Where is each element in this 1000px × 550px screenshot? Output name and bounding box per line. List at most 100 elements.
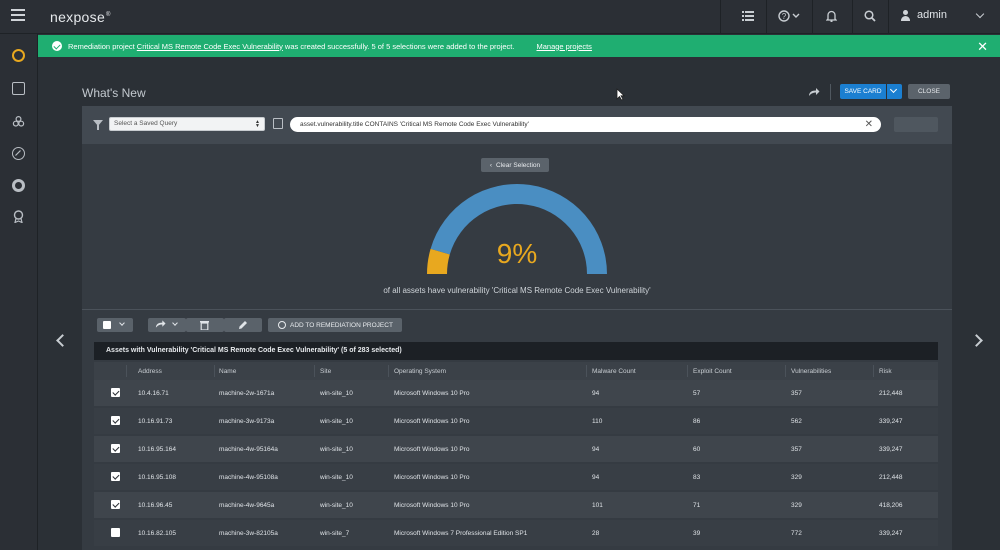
table-cell: Microsoft Windows 10 Pro bbox=[394, 501, 470, 509]
saved-query-select[interactable]: Select a Saved Query ▲ ▼ bbox=[109, 117, 265, 131]
query-builder-icon[interactable] bbox=[273, 118, 283, 129]
table-row[interactable]: 10.16.82.105 machine-3w-82105a win-site_7 M… bbox=[94, 520, 938, 546]
table-cell: 57 bbox=[693, 389, 701, 397]
edit-button[interactable] bbox=[224, 318, 262, 332]
table-cell: 10.4.16.71 bbox=[138, 389, 169, 397]
user-avatar-icon bbox=[900, 9, 911, 21]
table-cell: Microsoft Windows 10 Pro bbox=[394, 445, 470, 453]
manage-projects-link[interactable]: Manage projects bbox=[536, 42, 591, 51]
user-name: admin bbox=[917, 9, 947, 21]
notifications-bell-icon[interactable] bbox=[825, 10, 838, 25]
row-checkbox[interactable] bbox=[111, 444, 120, 453]
success-check-icon bbox=[52, 41, 62, 51]
share-icon[interactable] bbox=[808, 86, 820, 100]
column-header[interactable]: Name bbox=[219, 362, 236, 380]
filter-bar: Select a Saved Query ▲ ▼ asset.vulnerabil… bbox=[82, 106, 952, 144]
success-banner: Remediation project Critical MS Remote C… bbox=[38, 35, 1000, 57]
table-cell: 71 bbox=[693, 501, 701, 509]
clear-selection-button[interactable]: ‹ Clear Selection bbox=[481, 158, 549, 172]
clear-query-icon[interactable]: ✕ bbox=[865, 117, 873, 132]
table-cell: win-site_10 bbox=[320, 445, 353, 453]
table-header: Address Name Site Operating System Malware C… bbox=[94, 362, 938, 380]
user-menu-chevron-icon[interactable] bbox=[975, 9, 985, 19]
table-cell: 28 bbox=[592, 529, 600, 537]
whats-new-card: Select a Saved Query ▲ ▼ asset.vulnerabil… bbox=[82, 106, 952, 550]
row-checkbox[interactable] bbox=[111, 388, 120, 397]
nav-assets-icon[interactable] bbox=[12, 82, 25, 95]
delete-button[interactable] bbox=[186, 318, 224, 332]
help-icon[interactable]: ? bbox=[778, 10, 802, 25]
table-cell: 101 bbox=[592, 501, 603, 509]
select-updown-icon: ▲ ▼ bbox=[255, 119, 260, 129]
table-cell: 10.16.95.164 bbox=[138, 445, 176, 453]
nav-vulnerabilities-biohazard-icon[interactable] bbox=[12, 115, 25, 128]
column-header[interactable]: Risk bbox=[879, 362, 892, 380]
column-header[interactable]: Address bbox=[138, 362, 162, 380]
table-cell: 339,247 bbox=[879, 417, 903, 425]
svg-text:?: ? bbox=[782, 12, 787, 21]
table-cell: machine-4w-95108a bbox=[219, 473, 278, 481]
table-cell: Microsoft Windows 7 Professional Edition… bbox=[394, 529, 528, 537]
table-cell: 94 bbox=[592, 389, 600, 397]
table-cell: win-site_7 bbox=[320, 529, 350, 537]
menu-icon[interactable] bbox=[11, 9, 25, 23]
nav-reports-award-icon[interactable] bbox=[12, 210, 25, 224]
select-all-checkbox[interactable] bbox=[103, 321, 111, 329]
table-cell: 83 bbox=[693, 473, 701, 481]
table-cell: Microsoft Windows 10 Pro bbox=[394, 417, 470, 425]
filter-icon[interactable] bbox=[93, 120, 103, 130]
activity-list-icon[interactable] bbox=[742, 10, 754, 25]
table-row[interactable]: 10.16.96.45 machine-4w-9645a win-site_10 Mi… bbox=[94, 492, 938, 518]
previous-card-arrow-icon[interactable] bbox=[56, 334, 69, 347]
search-icon[interactable] bbox=[864, 10, 876, 25]
chevron-down-icon bbox=[119, 320, 125, 326]
table-cell: 10.16.96.45 bbox=[138, 501, 173, 509]
table-row[interactable]: 10.16.95.164 machine-4w-95164a win-site_10… bbox=[94, 436, 938, 462]
search-button[interactable] bbox=[894, 117, 938, 132]
page-title: What's New bbox=[82, 86, 146, 100]
table-cell: win-site_10 bbox=[320, 473, 353, 481]
table-cell: 339,247 bbox=[879, 445, 903, 453]
top-bar: nexpose® ? admin bbox=[0, 0, 1000, 34]
nav-policies-icon[interactable] bbox=[12, 147, 25, 160]
row-checkbox[interactable] bbox=[111, 416, 120, 425]
nav-dashboard-icon[interactable] bbox=[12, 49, 25, 62]
nav-scans-icon[interactable] bbox=[12, 179, 25, 192]
gauge-percent-label: 9% bbox=[496, 238, 538, 269]
column-header[interactable]: Malware Count bbox=[592, 362, 636, 380]
share-icon bbox=[155, 319, 166, 331]
column-header[interactable]: Operating System bbox=[394, 362, 446, 380]
table-cell: machine-3w-9173a bbox=[219, 417, 275, 425]
pencil-icon bbox=[238, 320, 248, 332]
column-header[interactable]: Site bbox=[320, 362, 331, 380]
brand-logo[interactable]: nexpose® bbox=[50, 9, 111, 25]
user-menu[interactable]: admin bbox=[900, 9, 947, 21]
row-checkbox[interactable] bbox=[111, 472, 120, 481]
trash-icon bbox=[200, 320, 209, 332]
table-cell: machine-2w-1671a bbox=[219, 389, 275, 397]
table-cell: 357 bbox=[791, 389, 802, 397]
row-checkbox[interactable] bbox=[111, 500, 120, 509]
next-card-arrow-icon[interactable] bbox=[970, 334, 983, 347]
table-cell: 94 bbox=[592, 473, 600, 481]
share-dropdown[interactable] bbox=[148, 318, 186, 332]
save-card-dropdown[interactable] bbox=[887, 84, 902, 99]
table-row[interactable]: 10.16.95.108 machine-4w-95108a win-site_10… bbox=[94, 464, 938, 490]
table-cell: 418,206 bbox=[879, 501, 903, 509]
project-link[interactable]: Critical MS Remote Code Exec Vulnerabili… bbox=[137, 42, 283, 51]
table-cell: 339,247 bbox=[879, 529, 903, 537]
table-row[interactable]: 10.4.16.71 machine-2w-1671a win-site_10 Mic… bbox=[94, 380, 938, 406]
close-button[interactable]: CLOSE bbox=[908, 84, 950, 99]
add-to-remediation-project-button[interactable]: ADD TO REMEDIATION PROJECT bbox=[268, 318, 402, 332]
column-header[interactable]: Vulnerabilities bbox=[791, 362, 831, 380]
save-card-button[interactable]: SAVE CARD bbox=[840, 84, 886, 99]
column-header[interactable]: Exploit Count bbox=[693, 362, 732, 380]
row-checkbox[interactable] bbox=[111, 528, 120, 537]
table-row[interactable]: 10.16.91.73 machine-3w-9173a win-site_10 Mi… bbox=[94, 408, 938, 434]
table-cell: 10.16.82.105 bbox=[138, 529, 176, 537]
query-input[interactable]: asset.vulnerability.title CONTAINS 'Crit… bbox=[290, 117, 881, 132]
banner-close-icon[interactable]: ✕ bbox=[977, 39, 988, 55]
table-cell: 86 bbox=[693, 417, 701, 425]
select-all-dropdown[interactable] bbox=[97, 318, 133, 332]
table-cell: Microsoft Windows 10 Pro bbox=[394, 389, 470, 397]
